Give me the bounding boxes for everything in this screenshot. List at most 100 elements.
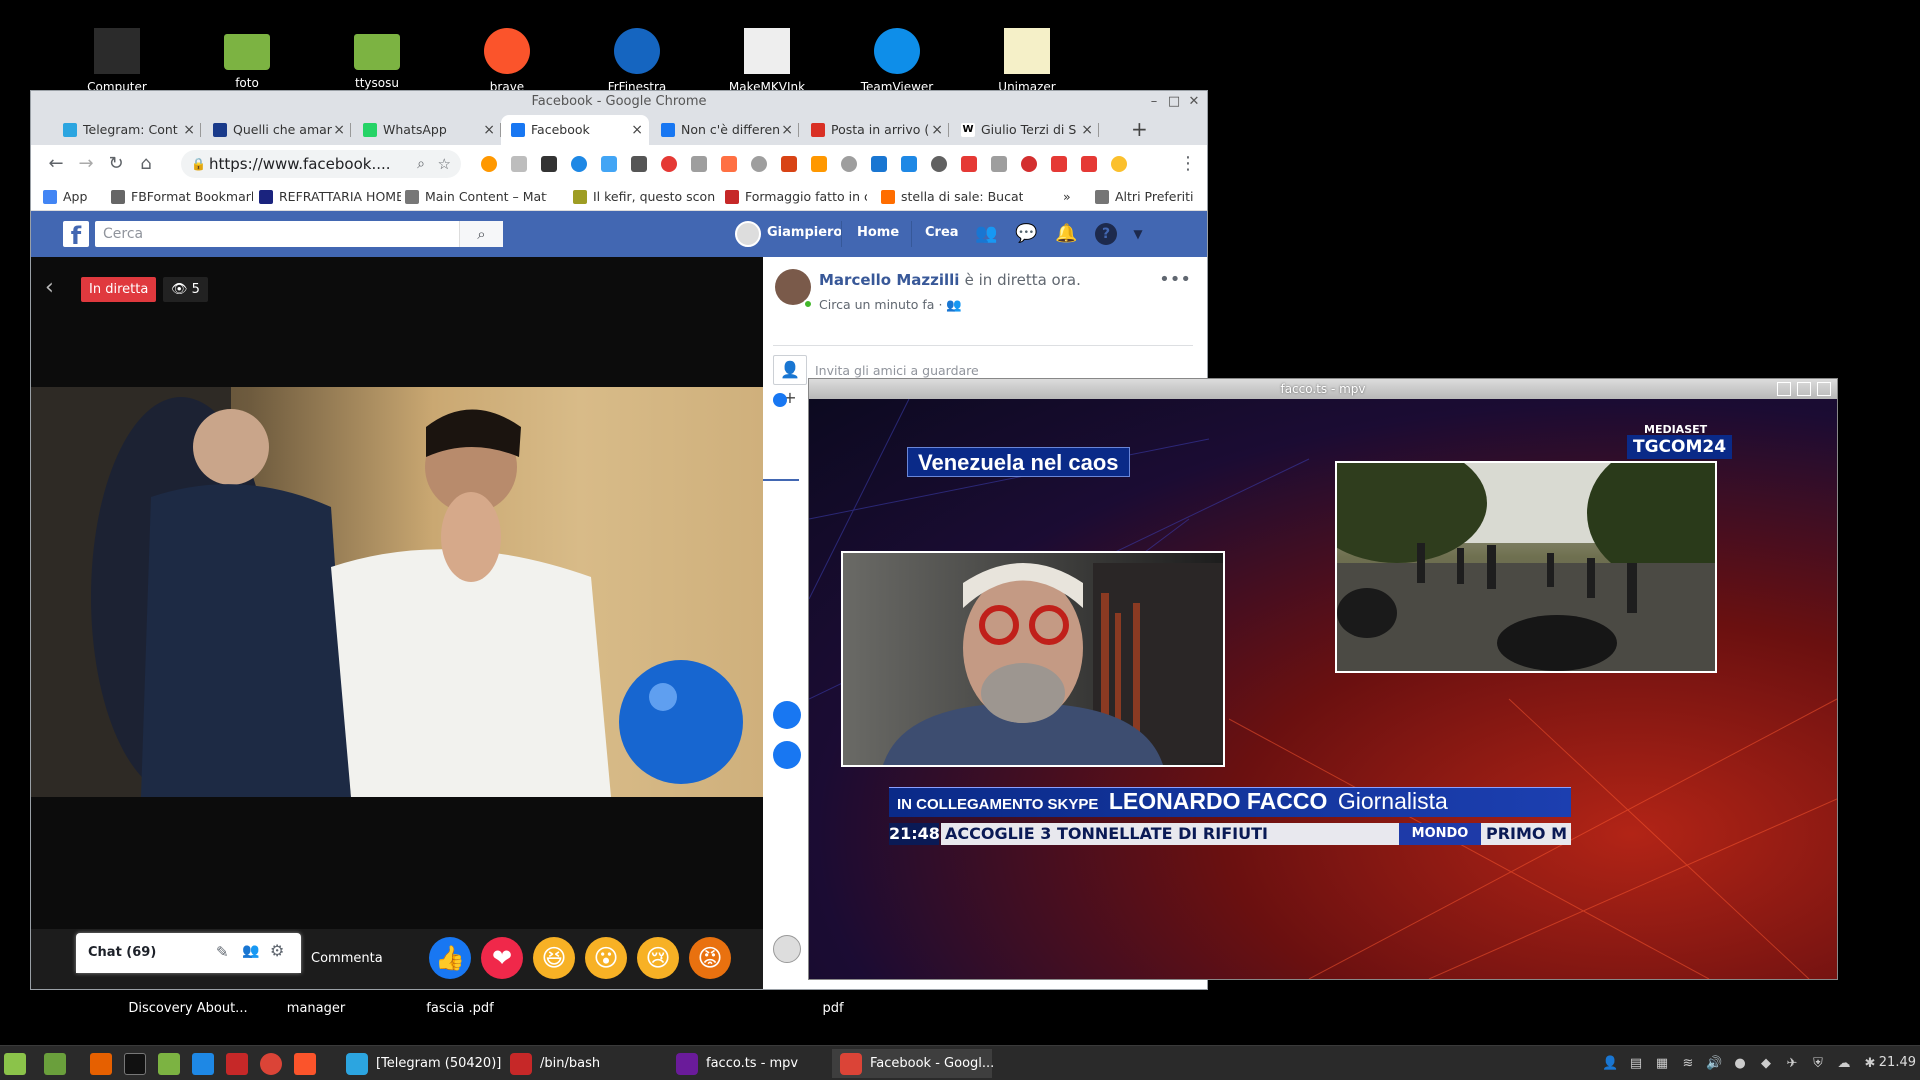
taskbar-window-button[interactable]: Facebook - Googl... <box>832 1049 994 1078</box>
minimize-icon[interactable]: – <box>1145 91 1163 113</box>
chrome-icon[interactable]: ● <box>1732 1056 1748 1072</box>
back-icon[interactable]: ← <box>45 154 67 174</box>
angry-reaction-icon[interactable]: 😡 <box>689 937 731 979</box>
extension-icon[interactable] <box>1021 156 1037 172</box>
show-desktop-icon[interactable] <box>44 1053 66 1075</box>
back-icon[interactable]: ‹ <box>45 275 54 300</box>
tab-wikipedia[interactable]: W Giulio Terzi di S × <box>951 115 1099 145</box>
volume-icon[interactable]: 🔊 <box>1706 1056 1722 1072</box>
live-video-player[interactable]: ‹ In diretta 👁 5 Commenta 👍 ❤ 😆 😮 😢 😡 Ch… <box>31 257 763 989</box>
other-bookmarks[interactable]: Altri Preferiti <box>1095 189 1193 204</box>
menu-icon[interactable]: ⋮ <box>1177 154 1199 174</box>
share-facebook-icon[interactable] <box>773 741 801 769</box>
desktop-icon-label[interactable]: fascia .pdf <box>400 1000 520 1017</box>
mpv-titlebar[interactable]: facco.ts - mpv <box>809 379 1837 399</box>
zoom-icon[interactable]: ⌕ <box>417 150 425 178</box>
settings-gear-icon[interactable]: ⚙ <box>270 941 284 960</box>
sad-reaction-icon[interactable]: 😢 <box>637 937 679 979</box>
desktop-icon[interactable]: Unimazer <box>982 28 1072 95</box>
mint-menu-icon[interactable] <box>4 1053 26 1075</box>
love-reaction-icon[interactable]: ❤ <box>481 937 523 979</box>
extension-icon[interactable] <box>631 156 647 172</box>
extension-icon[interactable] <box>691 156 707 172</box>
maximize-icon[interactable]: □ <box>1165 91 1183 113</box>
comment-button[interactable]: Commenta <box>311 951 383 966</box>
network-icon[interactable]: ▤ <box>1628 1056 1644 1072</box>
like-reaction-icon[interactable]: 👍 <box>429 937 471 979</box>
more-bookmarks-icon[interactable]: » <box>1063 189 1071 204</box>
close-tab-icon[interactable]: × <box>631 115 643 145</box>
close-tab-icon[interactable]: × <box>1081 115 1093 145</box>
close-tab-icon[interactable]: × <box>931 115 943 145</box>
home-icon[interactable]: ⌂ <box>135 154 157 174</box>
extension-icon[interactable] <box>1081 156 1097 172</box>
desktop-icon[interactable]: Computer <box>72 28 162 95</box>
chrome-icon[interactable] <box>260 1053 282 1075</box>
extension-icon[interactable] <box>1111 156 1127 172</box>
extension-icon[interactable] <box>721 156 737 172</box>
terminal-icon[interactable] <box>124 1053 146 1075</box>
poster-name[interactable]: Marcello Mazzilli <box>819 271 959 289</box>
nav-home[interactable]: Home <box>857 225 899 240</box>
facebook-logo-icon[interactable]: f <box>63 221 89 250</box>
tab-gmail[interactable]: Posta in arrivo (× <box>801 115 949 145</box>
group-icon[interactable]: 👥 <box>242 943 259 959</box>
bookmark-item[interactable]: Formaggio fatto in c <box>725 189 867 204</box>
bookmark-item[interactable]: stella di sale: Bucato <box>881 189 1023 204</box>
extension-icon[interactable] <box>841 156 857 172</box>
tab-telegram[interactable]: Telegram: Cont × <box>53 115 201 145</box>
desktop-icon[interactable]: FrFinestra <box>592 28 682 95</box>
extension-icon[interactable] <box>541 156 557 172</box>
wifi-icon[interactable]: ≋ <box>1680 1056 1696 1072</box>
firefox-icon[interactable] <box>90 1053 112 1075</box>
invite-friends-input[interactable]: Invita gli amici a guardare <box>815 363 979 378</box>
messenger-icon[interactable]: 💬 <box>1015 223 1037 245</box>
bookmark-item[interactable]: Il kefir, questo scono <box>573 189 715 204</box>
profile-link[interactable]: Giampiero <box>767 225 842 240</box>
share-facebook-icon[interactable] <box>773 701 801 729</box>
taskbar-window-button[interactable]: /bin/bash <box>502 1049 662 1078</box>
bookmark-item[interactable]: REFRATTARIA HOME <box>259 189 401 204</box>
extension-icon[interactable] <box>1051 156 1067 172</box>
chevron-down-icon[interactable]: ▼ <box>1127 223 1149 245</box>
close-icon[interactable]: ✕ <box>1185 91 1203 113</box>
desktop-icon[interactable]: foto <box>202 28 292 91</box>
close-tab-icon[interactable]: × <box>483 115 495 145</box>
user-icon[interactable]: 👤 <box>1602 1056 1618 1072</box>
bookmark-star-icon[interactable]: ☆ <box>438 150 451 178</box>
bookmark-item[interactable]: App <box>43 189 103 204</box>
bookmark-item[interactable]: Main Content – Matt <box>405 189 547 204</box>
new-tab-icon[interactable]: + <box>1131 117 1148 141</box>
notifications-icon[interactable]: 🔔 <box>1055 223 1077 245</box>
close-icon[interactable] <box>1817 382 1831 396</box>
invite-friends-icon[interactable]: 👤+ <box>773 355 807 407</box>
extension-icon[interactable] <box>751 156 767 172</box>
avatar[interactable] <box>735 221 761 247</box>
close-tab-icon[interactable]: × <box>183 115 195 145</box>
extension-icon[interactable] <box>811 156 827 172</box>
search-input[interactable]: Cerca ⌕ <box>95 221 503 247</box>
tab-facebook[interactable]: Non c'è differen × <box>651 115 799 145</box>
files-icon[interactable] <box>158 1053 180 1075</box>
forward-icon[interactable]: → <box>75 154 97 174</box>
brave-icon[interactable] <box>294 1053 316 1075</box>
extension-icon[interactable] <box>991 156 1007 172</box>
maximize-icon[interactable] <box>1797 382 1811 396</box>
reload-icon[interactable]: ↻ <box>105 154 127 174</box>
telegram-icon[interactable]: ✈ <box>1784 1056 1800 1072</box>
clock[interactable]: 21.49 <box>1879 1055 1916 1070</box>
taskbar-window-button[interactable]: [Telegram (50420)] <box>338 1049 501 1078</box>
taskbar-window-button[interactable]: facco.ts - mpv <box>668 1049 828 1078</box>
extension-icon[interactable] <box>601 156 617 172</box>
extension-icon[interactable] <box>511 156 527 172</box>
desktop-icon[interactable]: MakeMKVInk <box>722 28 812 95</box>
us-flag-icon[interactable]: ▦ <box>1654 1056 1670 1072</box>
bookmark-item[interactable]: FBFormat Bookmark <box>111 189 253 204</box>
extension-icon[interactable] <box>901 156 917 172</box>
tab-facebook[interactable]: Facebook × <box>501 115 649 145</box>
haha-reaction-icon[interactable]: 😆 <box>533 937 575 979</box>
desktop-icon-label[interactable]: manager <box>256 1000 376 1017</box>
window-titlebar[interactable]: Facebook - Google Chrome – □ ✕ <box>31 91 1207 113</box>
compose-icon[interactable]: ✎ <box>216 943 229 961</box>
extension-icon[interactable] <box>481 156 497 172</box>
